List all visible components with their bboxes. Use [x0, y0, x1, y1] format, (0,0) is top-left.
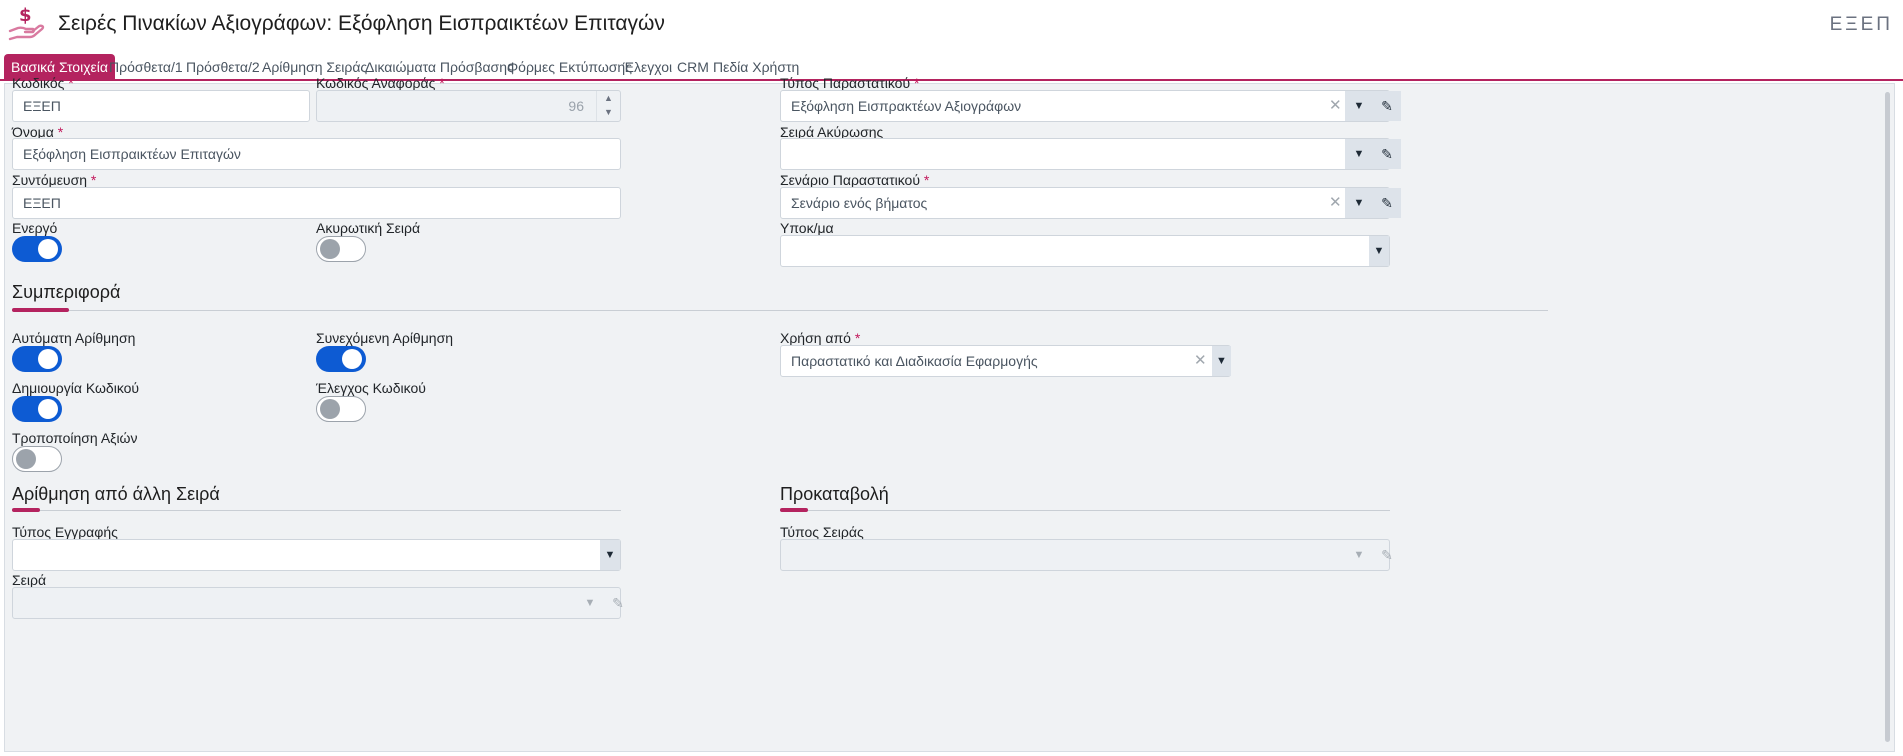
- branch-label: Υποκ/μα: [780, 220, 834, 236]
- check-code-toggle[interactable]: [316, 396, 366, 422]
- modify-values-label: Τροποποίηση Αξιών: [12, 430, 138, 446]
- section-accent: [12, 308, 69, 312]
- name-input[interactable]: Εξόφληση Εισπραικτέων Επιταγών: [12, 138, 621, 170]
- record-type-field[interactable]: ▼: [12, 539, 621, 571]
- section-divider: [780, 510, 1390, 511]
- clear-icon[interactable]: ✕: [1329, 188, 1342, 218]
- series-type-field: ▼ ✎: [780, 539, 1393, 571]
- active-label: Ενεργό: [12, 220, 58, 236]
- scenario-field[interactable]: Σενάριο ενός βήματος ✕ ▼ ✎: [780, 187, 1401, 219]
- section-divider: [12, 310, 1548, 311]
- chevron-down-icon: ▼: [584, 597, 596, 609]
- used-by-label: Χρήση από *: [780, 330, 861, 346]
- form-panel: Κωδικός * ΕΞΕΠ Κωδικός Αναφοράς * 96 ▲ ▼ …: [4, 75, 1895, 752]
- scenario-value: Σενάριο ενός βήματος: [791, 195, 928, 211]
- chevron-down-icon[interactable]: ▼: [600, 540, 620, 570]
- branch-field[interactable]: ▼: [780, 235, 1390, 267]
- page-title: Σειρές Πινακίων Αξιογράφων: Εξόφληση Εισ…: [58, 12, 665, 35]
- record-type-label: Τύπος Εγγραφής: [12, 524, 118, 540]
- chevron-down-icon[interactable]: ▼: [1369, 236, 1389, 266]
- cancel-series-toggle-label: Ακυρωτική Σειρά: [316, 220, 421, 236]
- auto-numbering-label: Αυτόματη Αρίθμηση: [12, 330, 136, 346]
- create-code-toggle[interactable]: [12, 396, 62, 422]
- chevron-down-icon: ▼: [1353, 549, 1365, 561]
- continuous-numbering-toggle[interactable]: [316, 346, 366, 372]
- pencil-icon[interactable]: ✎: [1373, 188, 1401, 218]
- pencil-icon[interactable]: ✎: [1373, 139, 1401, 169]
- svg-text:$: $: [19, 5, 32, 26]
- chevron-down-icon[interactable]: ▼: [1212, 346, 1231, 376]
- short-input[interactable]: ΕΞΕΠ: [12, 187, 621, 219]
- tab-bar: Βασικά Στοιχεία Πρόσθετα/1 Πρόσθετα/2 Αρ…: [0, 54, 1903, 81]
- vertical-scrollbar[interactable]: [1885, 92, 1890, 742]
- clear-icon[interactable]: ✕: [1329, 91, 1342, 121]
- section-accent: [12, 508, 40, 512]
- pencil-icon[interactable]: ✎: [1373, 91, 1401, 121]
- cancel-series-toggle[interactable]: [316, 236, 366, 262]
- advance-section-title: Προκαταβολή: [780, 484, 889, 504]
- series-field: ▼ ✎: [12, 587, 624, 619]
- doc-type-field[interactable]: Εξόφληση Εισπρακτέων Αξιογράφων ✕ ▼ ✎: [780, 90, 1401, 122]
- pencil-icon: ✎: [1381, 547, 1393, 563]
- pencil-icon: ✎: [612, 595, 624, 611]
- check-code-label: Έλεγχος Κωδικού: [316, 380, 426, 396]
- hand-money-icon: $: [8, 5, 45, 41]
- auto-numbering-toggle[interactable]: [12, 346, 62, 372]
- clear-icon[interactable]: ✕: [1194, 346, 1207, 376]
- scenario-label: Σενάριο Παραστατικού *: [780, 172, 930, 188]
- app-header: $ Σειρές Πινακίων Αξιογράφων: Εξόφληση Ε…: [0, 0, 1903, 50]
- code-label: Κωδικός *: [12, 75, 74, 91]
- numbering-from-section-title: Αρίθμηση από άλλη Σειρά: [12, 484, 220, 504]
- tab-extra-2[interactable]: Πρόσθετα/2: [179, 54, 267, 80]
- section-accent: [780, 508, 808, 512]
- cancel-series-field[interactable]: ▼ ✎: [780, 138, 1401, 170]
- active-toggle[interactable]: [12, 236, 62, 262]
- behavior-section-title: Συμπεριφορά: [12, 282, 121, 302]
- chevron-down-icon[interactable]: ▼: [1345, 139, 1373, 169]
- doc-type-value: Εξόφληση Εισπρακτέων Αξιογράφων: [791, 98, 1022, 114]
- continuous-numbering-label: Συνεχόμενη Αρίθμηση: [316, 330, 453, 346]
- modify-values-toggle[interactable]: [12, 446, 62, 472]
- ref-code-input: 96 ▲ ▼: [316, 90, 621, 122]
- record-code: ΕΞΕΠ: [1829, 14, 1893, 35]
- chevron-down-icon[interactable]: ▼: [1345, 91, 1373, 121]
- short-label: Συντόμευση *: [12, 172, 97, 188]
- section-divider: [12, 510, 621, 511]
- used-by-value: Παραστατικό και Διαδικασία Εφαρμογής: [791, 353, 1038, 369]
- chevron-down-icon[interactable]: ▼: [1345, 188, 1373, 218]
- tab-extra-1[interactable]: Πρόσθετα/1: [102, 54, 190, 80]
- series-label: Σειρά: [12, 572, 47, 588]
- number-stepper[interactable]: ▲ ▼: [596, 91, 620, 121]
- series-type-label: Τύπος Σειράς: [780, 524, 864, 540]
- code-input[interactable]: ΕΞΕΠ: [12, 90, 310, 122]
- used-by-field[interactable]: Παραστατικό και Διαδικασία Εφαρμογής ✕ ▼: [780, 345, 1231, 377]
- doc-type-label: Τύπος Παραστατικού *: [780, 75, 920, 91]
- create-code-label: Δημιουργία Κωδικού: [12, 380, 140, 396]
- ref-code-label: Κωδικός Αναφοράς *: [316, 75, 445, 91]
